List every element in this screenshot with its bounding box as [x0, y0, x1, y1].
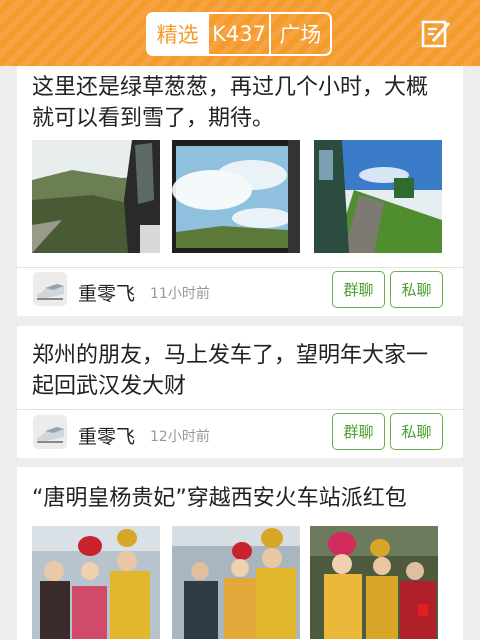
post-text: 郑州的朋友，马上发车了，望明年大家一起回武汉发大财 [32, 343, 429, 399]
compose-icon[interactable] [420, 17, 452, 49]
post-time: 11小时前 [150, 286, 210, 302]
tab-switcher: 精选 K437 广场 [146, 12, 332, 56]
post-photo[interactable] [32, 140, 160, 253]
tab-featured[interactable]: 精选 [148, 14, 208, 54]
post-photo[interactable] [172, 140, 300, 253]
author-name[interactable]: 重零飞 [78, 279, 135, 306]
post-card[interactable]: “唐明皇杨贵妃”穿越西安火车站派红包 [17, 467, 463, 640]
private-chat-button[interactable]: 私聊 [390, 271, 443, 308]
tab-square[interactable]: 广场 [268, 14, 330, 54]
author-name[interactable]: 重零飞 [78, 422, 135, 449]
post-photo[interactable] [32, 526, 160, 639]
post-text: “唐明皇杨贵妃”穿越西安火车站派红包 [32, 486, 407, 511]
divider [17, 267, 463, 268]
post-card[interactable]: 郑州的朋友，马上发车了，望明年大家一起回武汉发大财 重零飞 12小时前 群聊 私… [17, 326, 463, 458]
group-chat-button[interactable]: 群聊 [332, 413, 385, 450]
avatar[interactable] [33, 415, 67, 449]
post-photo[interactable] [314, 140, 442, 253]
post-photo[interactable] [172, 526, 300, 639]
post-time: 12小时前 [150, 429, 210, 445]
divider [17, 409, 463, 410]
post-text: 这里还是绿草葱葱，再过几个小时，大概就可以看到雪了，期待。 [32, 75, 429, 131]
post-photo[interactable] [310, 526, 438, 639]
group-chat-button[interactable]: 群聊 [332, 271, 385, 308]
tab-k437[interactable]: K437 [207, 14, 268, 54]
private-chat-button[interactable]: 私聊 [390, 413, 443, 450]
avatar[interactable] [33, 272, 67, 306]
top-bar: 精选 K437 广场 [0, 0, 480, 66]
post-card[interactable]: 这里还是绿草葱葱，再过几个小时，大概就可以看到雪了，期待。 重零飞 11小时前 … [17, 66, 463, 316]
